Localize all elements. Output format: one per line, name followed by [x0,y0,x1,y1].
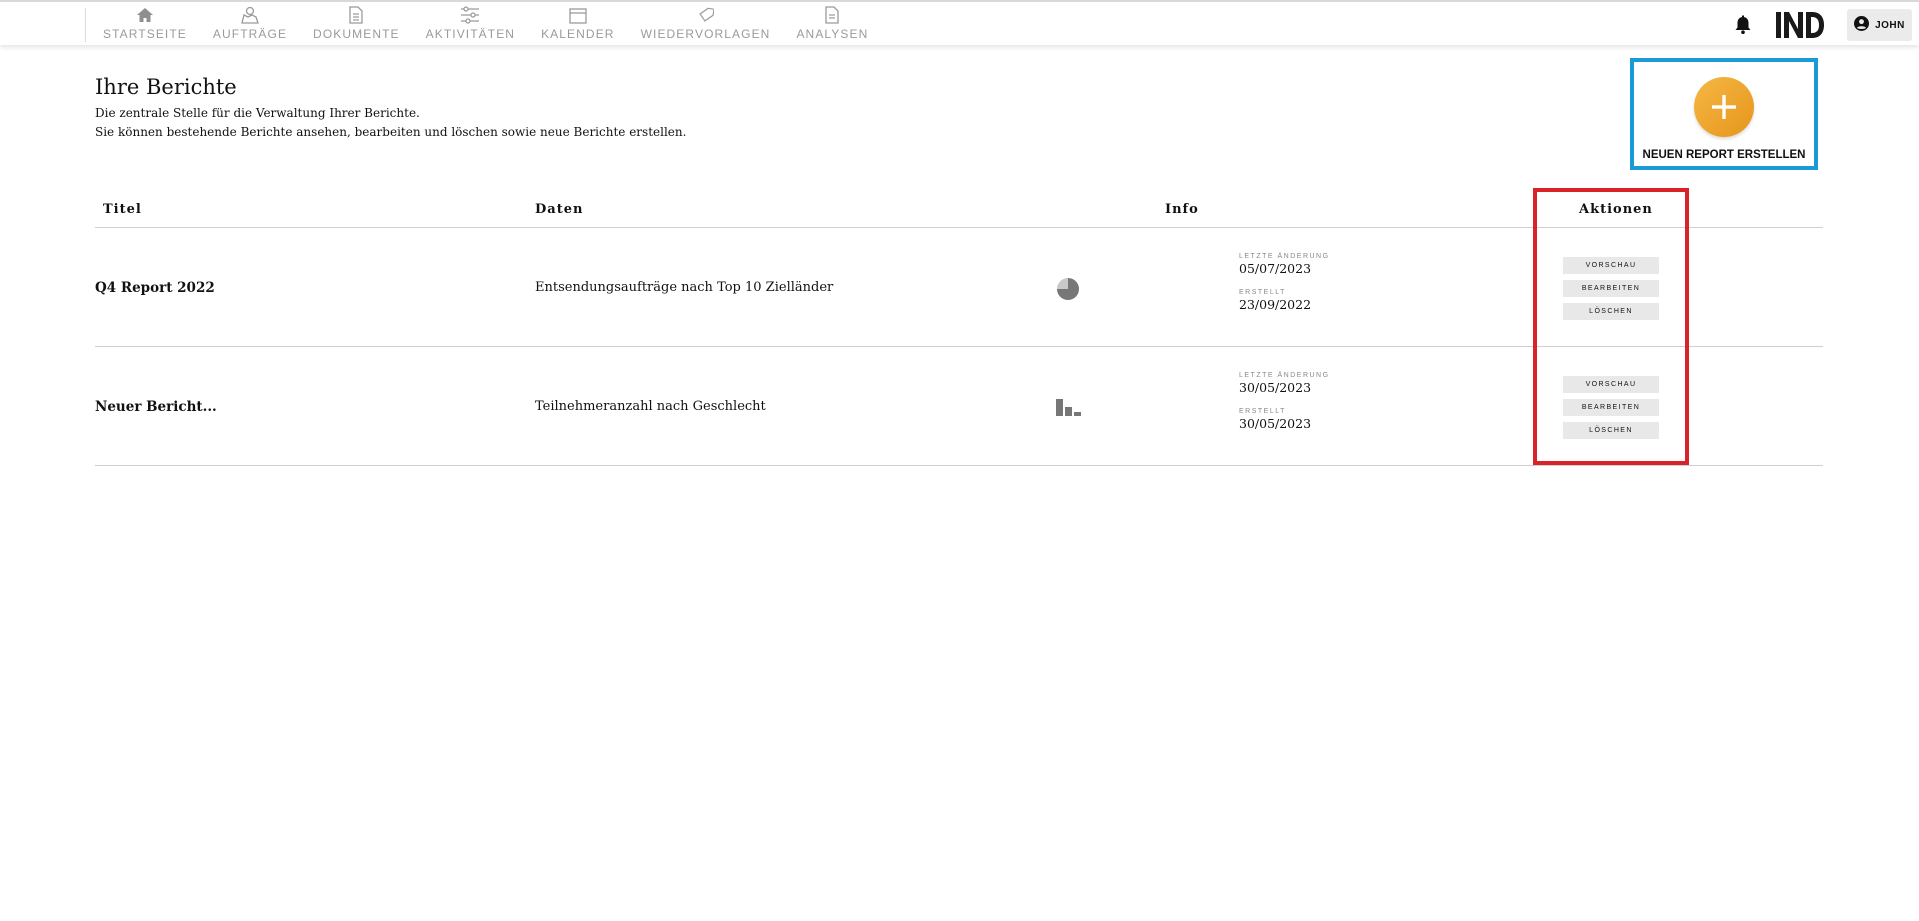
tag-icon [698,6,714,24]
reports-table: Titel Daten Info Aktionen Q4 Report 2022… [95,198,1823,466]
page-title: Ihre Berichte [95,75,237,99]
nav-label: DOKUMENTE [313,27,400,41]
home-icon [136,6,153,24]
sliders-icon [460,6,480,24]
nav-item-wiedervorlagen[interactable]: WIEDERVORLAGEN [628,6,784,44]
report-title: Neuer Bericht... [95,399,217,415]
report-icon [825,6,840,24]
column-header-title: Titel [103,202,142,217]
user-name: JOHN [1875,19,1905,31]
table-row: Q4 Report 2022 Entsendungsaufträge nach … [95,228,1823,347]
report-info: LETZTE ÄNDERUNG 05/07/2023 ERSTELLT 23/0… [1239,253,1330,325]
column-header-info: Info [1165,202,1199,217]
description-line-2: Sie können bestehende Berichte ansehen, … [95,125,687,139]
report-data-description: Teilnehmeranzahl nach Geschlecht [535,399,766,414]
created-label: ERSTELLT [1239,289,1286,296]
created-value: 30/05/2023 [1239,416,1312,431]
nav-item-kalender[interactable]: KALENDER [528,6,628,44]
nav-item-startseite[interactable]: STARTSEITE [90,6,200,44]
row-actions: VORSCHAU BEARBEITEN LÖSCHEN [1563,257,1659,326]
top-navigation-bar: STARTSEITE AUFTRÄGE DOKUMENTE AKTIVITÄTE… [0,0,1919,45]
column-header-actions: Aktionen [1579,202,1653,217]
report-data-description: Entsendungsaufträge nach Top 10 Zielländ… [535,280,834,295]
edit-button[interactable]: BEARBEITEN [1563,280,1659,297]
table-header: Titel Daten Info Aktionen [95,198,1823,228]
delete-button[interactable]: LÖSCHEN [1563,422,1659,439]
bar-chart-icon [1055,395,1085,421]
nav-label: AKTIVITÄTEN [425,27,516,41]
notification-bell-icon[interactable] [1734,15,1752,35]
last-modified-value: 30/05/2023 [1239,380,1312,395]
nav-label: AUFTRÄGE [212,27,288,41]
last-modified-label: LETZTE ÄNDERUNG [1239,372,1330,379]
report-title: Q4 Report 2022 [95,280,215,296]
table-row: Neuer Bericht... Teilnehmeranzahl nach G… [95,347,1823,466]
report-info: LETZTE ÄNDERUNG 30/05/2023 ERSTELLT 30/0… [1239,372,1330,444]
created-value: 23/09/2022 [1239,297,1312,312]
last-modified-label: LETZTE ÄNDERUNG [1239,253,1330,260]
main-nav: STARTSEITE AUFTRÄGE DOKUMENTE AKTIVITÄTE… [90,6,881,44]
new-report-label: NEUEN REPORT ERSTELLEN [1642,149,1806,161]
document-icon [349,6,363,24]
edit-button[interactable]: BEARBEITEN [1563,399,1659,416]
description-line-1: Die zentrale Stelle für die Verwaltung I… [95,106,420,120]
created-label: ERSTELLT [1239,408,1286,415]
plus-icon [1694,77,1754,137]
user-avatar-icon [1854,15,1870,35]
page-description: Die zentrale Stelle für die Verwaltung I… [95,104,686,142]
logo-mark [1776,12,1824,38]
pie-chart-icon [1055,276,1085,302]
delete-button[interactable]: LÖSCHEN [1563,303,1659,320]
column-header-data: Daten [535,202,584,217]
nav-item-auftraege[interactable]: AUFTRÄGE [200,6,300,44]
row-actions: VORSCHAU BEARBEITEN LÖSCHEN [1563,376,1659,445]
ind-logo [1776,12,1824,38]
last-modified-value: 05/07/2023 [1239,261,1312,276]
user-menu-button[interactable]: JOHN [1847,9,1912,41]
nav-item-analysen[interactable]: ANALYSEN [783,6,881,44]
preview-button[interactable]: VORSCHAU [1563,376,1659,393]
orders-icon [240,6,260,24]
nav-divider [85,8,86,42]
new-report-button[interactable]: NEUEN REPORT ERSTELLEN [1630,58,1818,170]
nav-label: STARTSEITE [103,27,187,41]
nav-label: ANALYSEN [796,27,869,41]
nav-item-aktivitaeten[interactable]: AKTIVITÄTEN [413,6,528,44]
nav-label: WIEDERVORLAGEN [640,27,771,41]
calendar-icon [569,6,587,24]
nav-label: KALENDER [541,27,615,41]
preview-button[interactable]: VORSCHAU [1563,257,1659,274]
nav-item-dokumente[interactable]: DOKUMENTE [300,6,413,44]
